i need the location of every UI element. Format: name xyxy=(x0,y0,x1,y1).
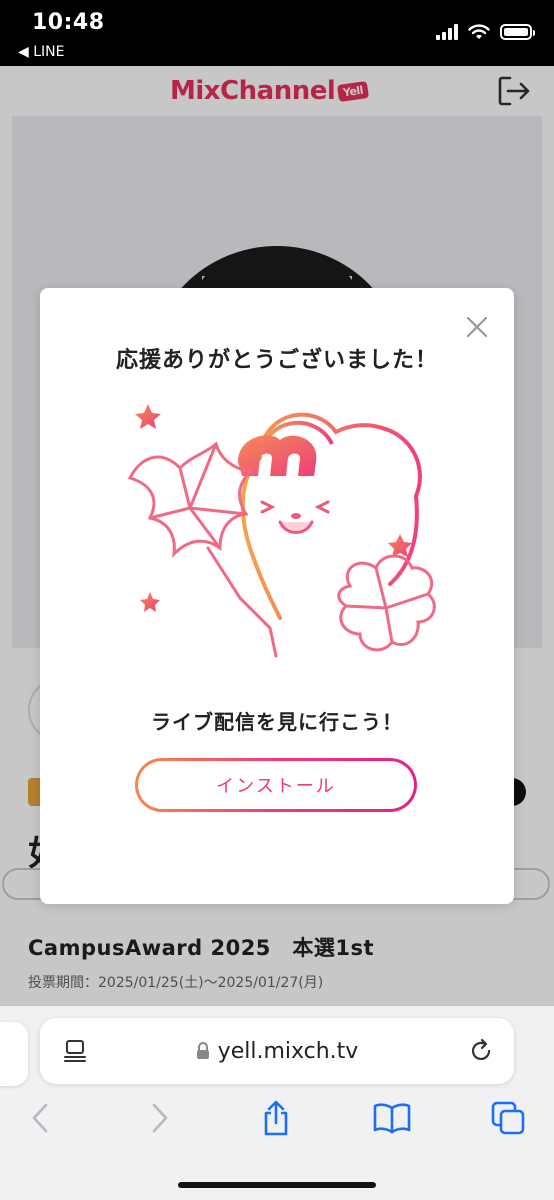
tabs-icon xyxy=(491,1101,525,1135)
bookmarks-button[interactable] xyxy=(372,1098,412,1138)
back-button[interactable] xyxy=(20,1098,60,1138)
lock-icon xyxy=(196,1042,209,1059)
m-logo-icon xyxy=(238,435,317,476)
star-icon xyxy=(140,592,160,612)
browser-toolbar xyxy=(0,1098,554,1148)
address-bar[interactable]: yell.mixch.tv xyxy=(40,1018,514,1084)
back-to-app-link[interactable]: ◀ LINE xyxy=(18,44,64,60)
forward-button[interactable] xyxy=(140,1098,180,1138)
tabs-button[interactable] xyxy=(488,1098,528,1138)
forward-icon xyxy=(152,1103,168,1133)
reload-icon[interactable] xyxy=(468,1038,494,1064)
status-bar: 10:48 ◀ LINE xyxy=(0,0,554,66)
install-button-label: インストール xyxy=(138,761,414,809)
previous-tab-peek[interactable] xyxy=(0,1022,28,1086)
install-button[interactable]: インストール xyxy=(135,758,417,812)
close-icon[interactable] xyxy=(464,314,490,340)
browser-bottom-bar: yell.mixch.tv xyxy=(0,1006,554,1200)
home-indicator xyxy=(178,1182,376,1188)
modal-subtitle: ライブ配信を見に行こう！ xyxy=(151,710,403,734)
share-button[interactable] xyxy=(256,1098,296,1138)
battery-icon xyxy=(500,24,535,40)
url-text: yell.mixch.tv xyxy=(217,1038,359,1064)
status-icons xyxy=(436,24,535,40)
thanks-modal: 応援ありがとうございました！ ライブ配信を見に行こう！ インストール xyxy=(40,288,514,904)
back-icon xyxy=(32,1103,48,1133)
bookmarks-icon xyxy=(373,1103,411,1134)
status-time: 10:48 xyxy=(32,10,105,35)
signal-icon xyxy=(436,24,458,40)
cheering-bear-illustration xyxy=(127,404,436,658)
modal-title: 応援ありがとうございました！ xyxy=(115,348,438,373)
star-icon xyxy=(135,404,161,429)
wifi-icon xyxy=(468,24,490,39)
share-icon xyxy=(264,1100,288,1136)
